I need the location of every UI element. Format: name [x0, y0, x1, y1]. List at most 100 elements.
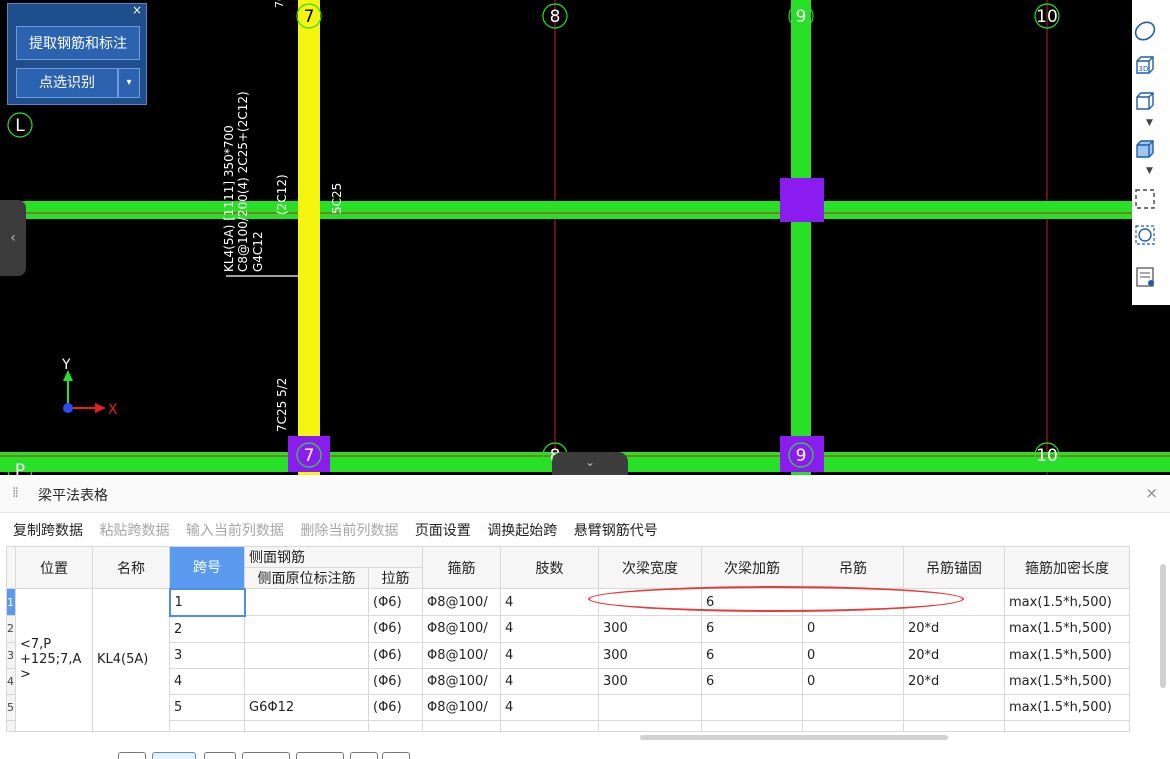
cell-hanger[interactable]	[802, 693, 904, 721]
view-3d-icon[interactable]: 3D	[1132, 52, 1158, 78]
swap-start-span-button[interactable]: 调换起始跨	[487, 523, 557, 539]
cube-outline-icon[interactable]	[1132, 88, 1158, 114]
col-header-stirrup[interactable]: 箍筋	[422, 546, 501, 589]
cell-dense-length[interactable]: max(1.5*h,500)	[1004, 588, 1130, 616]
cell-secondary-add[interactable]: 6	[701, 641, 803, 669]
cell-span[interactable]: 3	[169, 641, 245, 669]
beam-annotation-line-1[interactable]: KL4(5A) [1111] 350*700	[222, 125, 236, 272]
col-header-legs[interactable]: 肢数	[500, 546, 599, 589]
extract-rebar-button[interactable]: 提取钢筋和标注	[16, 26, 140, 60]
cell-dense-length[interactable]	[1004, 719, 1130, 732]
cell-dense-length[interactable]: max(1.5*h,500)	[1004, 615, 1130, 643]
col-header-hanger[interactable]: 吊筋	[802, 546, 904, 589]
span-bottom-annotation[interactable]: 5C25	[330, 183, 344, 214]
table-row-partial[interactable]	[6, 719, 1130, 732]
cell-hanger-anchor[interactable]	[903, 588, 1005, 616]
cell-tie[interactable]	[368, 719, 423, 732]
cell-stirrup[interactable]: Φ8@100/	[422, 693, 501, 721]
cell-hanger[interactable]	[802, 719, 904, 732]
pager-page-button[interactable]	[152, 752, 196, 759]
col-header-dense-length[interactable]: 箍筋加密长度	[1004, 546, 1130, 589]
cad-viewport[interactable]: 7 8 9 10 7 8 9 10 L P 7C KL4(5A) [1111] …	[0, 0, 1170, 475]
orbit-icon[interactable]	[1132, 18, 1158, 44]
cell-side-original[interactable]	[244, 615, 369, 643]
cell-side-original[interactable]	[244, 667, 369, 695]
table-row[interactable]: 5 5 G6Φ12 (Φ6) Φ8@100/ 4 max(1.5*h,500)	[6, 693, 1130, 721]
input-column-data-button[interactable]: 输入当前列数据	[186, 523, 284, 539]
cell-span[interactable]: 1	[168, 587, 246, 617]
pager-button[interactable]	[382, 752, 410, 759]
cell-hanger-anchor[interactable]	[903, 719, 1005, 732]
dashed-select-icon[interactable]	[1132, 186, 1158, 212]
col-header-side-original[interactable]: 侧面原位标注筋	[244, 567, 369, 589]
beam-vertical-7-selected[interactable]	[298, 0, 320, 475]
chevron-down-icon[interactable]: ▼	[1146, 118, 1153, 128]
beam-annotation-line-2[interactable]: C8@100/200(4) 2C25+(2C12)	[236, 91, 250, 272]
cell-hanger[interactable]: 0	[802, 667, 904, 695]
cell-hanger-anchor[interactable]: 20*d	[903, 641, 1005, 669]
cell-secondary-add[interactable]: 6	[701, 588, 803, 616]
cell-position[interactable]: <7,P +125;7,A >	[15, 588, 93, 732]
cell-span[interactable]: 4	[169, 667, 245, 695]
cell-tie[interactable]: (Φ6)	[368, 667, 423, 695]
beam-annotation-line-3[interactable]: G4C12	[251, 231, 265, 272]
col-header-tie[interactable]: 拉筋	[368, 567, 423, 589]
col-header-hanger-anchor[interactable]: 吊筋锚固	[903, 546, 1005, 589]
cell-legs[interactable]	[500, 719, 599, 732]
cell-side-original[interactable]: G6Φ12	[244, 693, 369, 721]
vertical-scrollbar[interactable]	[1160, 564, 1166, 688]
cell-legs[interactable]: 4	[500, 641, 599, 669]
left-collapse-handle[interactable]: ‹	[0, 200, 26, 276]
col-header-name[interactable]: 名称	[92, 546, 170, 589]
pager-first-button[interactable]	[118, 752, 146, 759]
pager-button[interactable]	[296, 752, 344, 759]
paste-span-data-button[interactable]: 粘贴跨数据	[99, 523, 169, 539]
bottom-collapse-handle[interactable]: ⌄	[552, 452, 628, 475]
page-setup-button[interactable]: 页面设置	[415, 523, 471, 539]
chevron-down-icon[interactable]: ▼	[1146, 166, 1153, 176]
cell-legs[interactable]: 4	[500, 667, 599, 695]
close-icon[interactable]: ×	[1145, 484, 1158, 502]
copy-span-data-button[interactable]: 复制跨数据	[13, 523, 83, 539]
cell-stirrup[interactable]	[422, 719, 501, 732]
cell-span[interactable]: 5	[169, 693, 245, 721]
cell-secondary-add[interactable]	[701, 719, 803, 732]
cell-dense-length[interactable]: max(1.5*h,500)	[1004, 693, 1130, 721]
cell-secondary-width[interactable]: 300	[598, 615, 702, 643]
col-header-side-rebar[interactable]: 侧面钢筋	[244, 546, 423, 568]
cell-stirrup[interactable]: Φ8@100/	[422, 641, 501, 669]
pager-button[interactable]	[242, 752, 290, 759]
table-row[interactable]: 2 2 (Φ6) Φ8@100/ 4 300 6 0 20*d max(1.5*…	[6, 615, 1130, 643]
point-select-dropdown[interactable]: ▾	[118, 68, 140, 98]
cell-legs[interactable]: 4	[500, 588, 599, 616]
row-number[interactable]: 5	[6, 693, 16, 721]
cell-secondary-width[interactable]: 300	[598, 641, 702, 669]
cell-tie[interactable]: (Φ6)	[368, 693, 423, 721]
cell-hanger-anchor[interactable]: 20*d	[903, 667, 1005, 695]
delete-column-data-button[interactable]: 删除当前列数据	[300, 523, 398, 539]
cell-secondary-width[interactable]: 300	[598, 667, 702, 695]
cell-hanger[interactable]	[802, 588, 904, 616]
cell-name[interactable]: KL4(5A)	[92, 588, 170, 732]
close-icon[interactable]: ×	[132, 3, 142, 17]
row-number[interactable]: 3	[6, 641, 16, 669]
cell-stirrup[interactable]: Φ8@100/	[422, 615, 501, 643]
row-number[interactable]: 2	[6, 615, 16, 643]
table-row[interactable]: 1 <7,P +125;7,A > KL4(5A) 1 (Φ6) Φ8@100/…	[6, 587, 1130, 732]
cell-tie[interactable]: (Φ6)	[368, 588, 423, 616]
pager-next-button[interactable]	[204, 752, 236, 759]
layer-display-icon[interactable]	[1132, 264, 1158, 290]
point-select-button[interactable]: 点选识别	[16, 68, 118, 98]
cell-hanger-anchor[interactable]: 20*d	[903, 615, 1005, 643]
cell-side-original[interactable]	[244, 588, 369, 616]
drag-grip-icon[interactable]: ⁞⁞	[12, 485, 19, 501]
cantilever-rebar-code-button[interactable]: 悬臂钢筋代号	[574, 523, 658, 539]
cell-secondary-add[interactable]: 6	[701, 667, 803, 695]
cell-secondary-add[interactable]: 6	[701, 615, 803, 643]
span-side-annotation[interactable]: (2C12)	[275, 174, 289, 215]
beam-vertical-9[interactable]	[791, 0, 811, 475]
cell-secondary-width[interactable]	[598, 588, 702, 616]
cell-tie[interactable]: (Φ6)	[368, 641, 423, 669]
cell-hanger-anchor[interactable]	[903, 693, 1005, 721]
cell-stirrup[interactable]: Φ8@100/	[422, 667, 501, 695]
